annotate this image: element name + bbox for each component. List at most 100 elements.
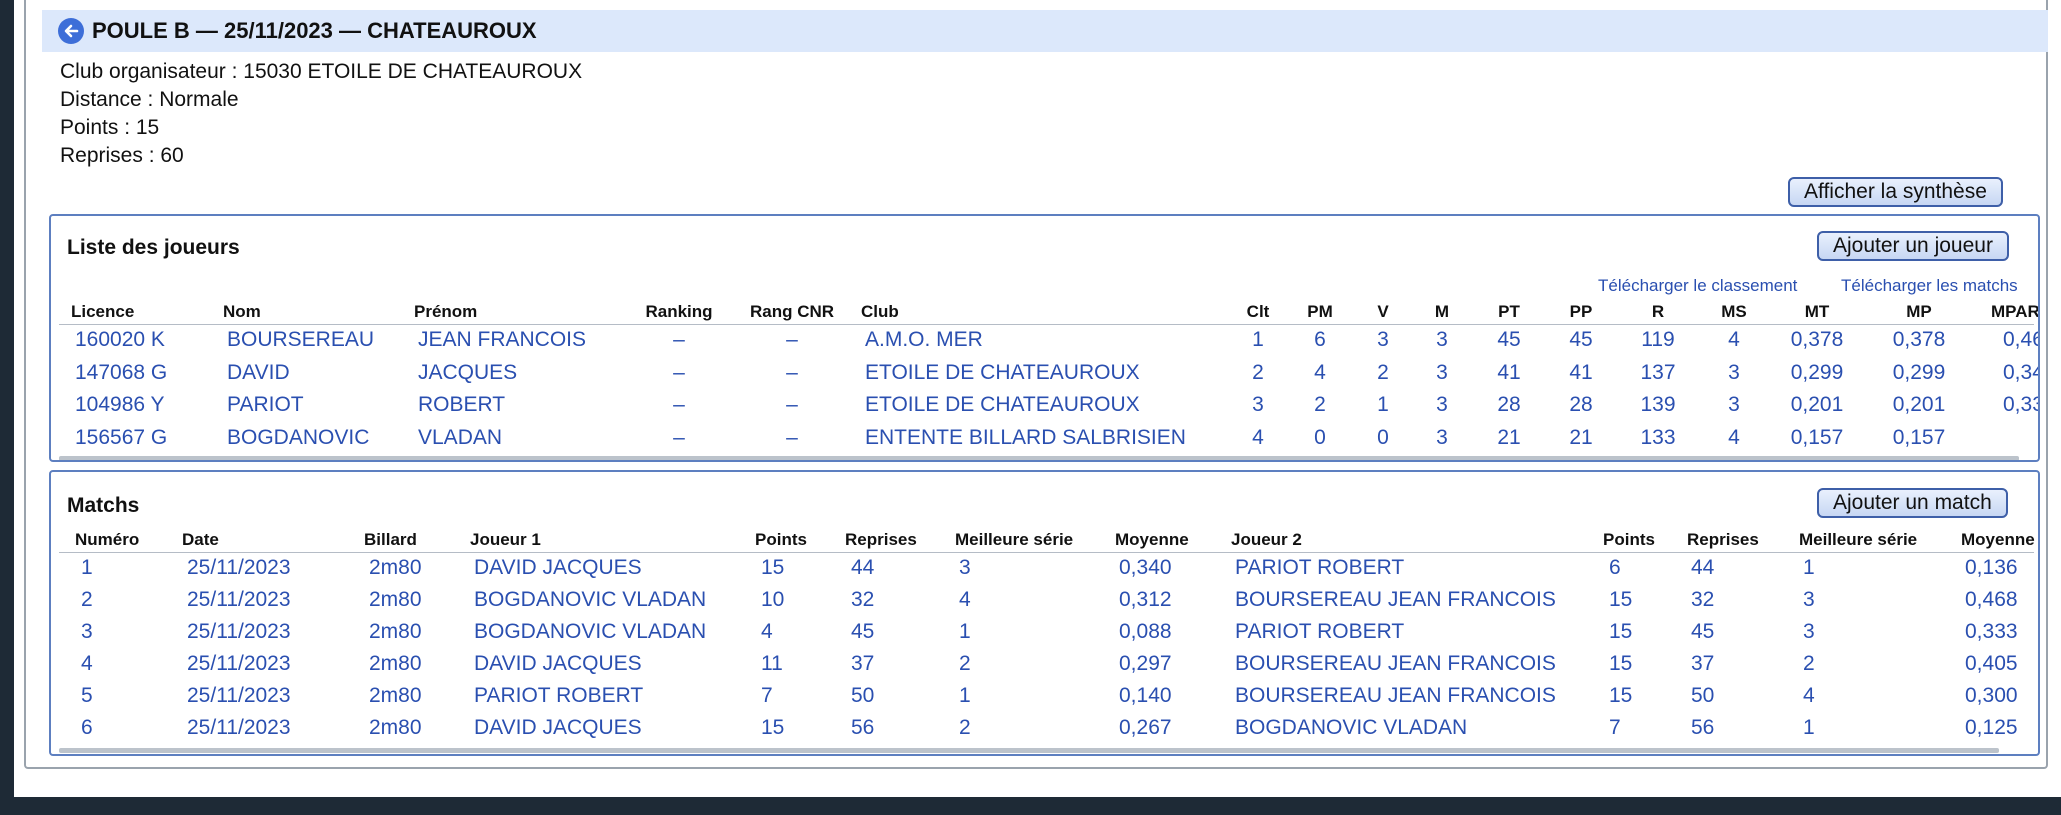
cell-nom[interactable]: BOGDANOVIC bbox=[227, 426, 369, 450]
horizontal-scrollbar[interactable] bbox=[59, 456, 2019, 460]
cell-mp: 0,378 bbox=[1892, 328, 1946, 351]
back-arrow-icon[interactable] bbox=[58, 18, 84, 44]
cell-licence[interactable]: 160020 K bbox=[75, 328, 165, 352]
cell-moyenne: 0,140 bbox=[1119, 684, 1172, 707]
column-header-joueur-1[interactable]: Joueur 1 bbox=[470, 530, 541, 550]
cell-licence[interactable]: 156567 G bbox=[75, 426, 167, 450]
cell-licence[interactable]: 147068 G bbox=[75, 361, 167, 385]
cell-club[interactable]: ENTENTE BILLARD SALBRISIEN bbox=[865, 426, 1186, 450]
column-header-points[interactable]: Points bbox=[1603, 530, 1655, 550]
cell-nom[interactable]: BOURSEREAU bbox=[227, 328, 374, 352]
cell-reprises: 45 bbox=[851, 620, 875, 643]
cell-rang-cnr: – bbox=[786, 328, 798, 351]
column-header-rang-cnr[interactable]: Rang CNR bbox=[750, 302, 834, 322]
organizer-club: Club organisateur : 15030 ETOILE DE CHAT… bbox=[60, 60, 583, 83]
cell-moyenne: 0,267 bbox=[1119, 716, 1172, 739]
add-player-button[interactable]: Ajouter un joueur bbox=[1817, 231, 2009, 261]
show-summary-button[interactable]: Afficher la synthèse bbox=[1788, 177, 2003, 207]
cell-meilleure-serie: 2 bbox=[959, 652, 971, 675]
column-header-meilleure-serie[interactable]: Meilleure série bbox=[955, 530, 1073, 550]
cell-date: 25/11/2023 bbox=[187, 620, 291, 643]
cell-prenom[interactable]: VLADAN bbox=[418, 426, 502, 450]
cell-moyenne: 0,340 bbox=[1119, 556, 1172, 579]
cell-club[interactable]: A.M.O. MER bbox=[865, 328, 983, 352]
column-header-points[interactable]: Points bbox=[755, 530, 807, 550]
add-match-button[interactable]: Ajouter un match bbox=[1817, 488, 2008, 518]
cell-mt: 0,201 bbox=[1790, 393, 1844, 416]
cell-numero: 3 bbox=[81, 620, 93, 643]
column-header-r[interactable]: R bbox=[1652, 302, 1664, 322]
cell-joueur-1[interactable]: DAVID JACQUES bbox=[474, 556, 642, 580]
column-header-pp[interactable]: PP bbox=[1570, 302, 1593, 322]
cell-r: 119 bbox=[1641, 328, 1675, 351]
cell-mpar: 0,46 bbox=[2003, 328, 2040, 351]
cell-nom[interactable]: DAVID bbox=[227, 361, 290, 385]
column-header-v[interactable]: V bbox=[1377, 302, 1388, 322]
matches-panel: Matchs Ajouter un match Numéro Date Billar… bbox=[49, 470, 2040, 756]
cell-joueur-2[interactable]: PARIOT ROBERT bbox=[1235, 556, 1404, 580]
cell-joueur-2[interactable]: BOURSEREAU JEAN FRANCOIS bbox=[1235, 652, 1556, 676]
cell-meilleure-serie: 1 bbox=[959, 620, 971, 643]
cell-joueur-2[interactable]: BOURSEREAU JEAN FRANCOIS bbox=[1235, 588, 1556, 612]
cell-club[interactable]: ETOILE DE CHATEAUROUX bbox=[865, 361, 1140, 385]
column-header-mpar[interactable]: MPAR bbox=[1991, 302, 2038, 322]
column-header-billard[interactable]: Billard bbox=[364, 530, 417, 550]
cell-joueur-1[interactable]: BOGDANOVIC VLADAN bbox=[474, 620, 706, 644]
column-header-moyenne[interactable]: Moyenne bbox=[1115, 530, 1189, 550]
cell-meilleure-serie: 2 bbox=[1803, 652, 1815, 675]
column-header-date[interactable]: Date bbox=[182, 530, 219, 550]
column-header-clt[interactable]: Clt bbox=[1247, 302, 1270, 322]
cell-points: 11 bbox=[761, 652, 783, 675]
cell-reprises: 37 bbox=[1691, 652, 1715, 675]
cell-r: 137 bbox=[1640, 360, 1676, 384]
cell-pp: 41 bbox=[1569, 360, 1593, 384]
column-header-ranking[interactable]: Ranking bbox=[645, 302, 712, 322]
cell-joueur-1[interactable]: PARIOT ROBERT bbox=[474, 684, 643, 708]
column-header-moyenne[interactable]: Moyenne bbox=[1961, 530, 2035, 550]
cell-club[interactable]: ETOILE DE CHATEAUROUX bbox=[865, 393, 1140, 417]
cell-points: 15 bbox=[1609, 652, 1633, 675]
column-header-prenom[interactable]: Prénom bbox=[414, 302, 477, 322]
column-header-m[interactable]: M bbox=[1435, 302, 1449, 322]
cell-rang-cnr: – bbox=[786, 393, 798, 416]
column-header-mp[interactable]: MP bbox=[1906, 302, 1932, 322]
download-matches-link[interactable]: Télécharger les matchs bbox=[1841, 276, 2018, 296]
cell-date: 25/11/2023 bbox=[187, 588, 291, 611]
column-header-meilleure-serie[interactable]: Meilleure série bbox=[1799, 530, 1917, 550]
cell-moyenne: 0,300 bbox=[1965, 684, 2018, 707]
cell-joueur-2[interactable]: BOGDANOVIC VLADAN bbox=[1235, 716, 1467, 740]
cell-joueur-2[interactable]: BOURSEREAU JEAN FRANCOIS bbox=[1235, 684, 1556, 708]
column-header-licence[interactable]: Licence bbox=[71, 302, 134, 322]
cell-licence[interactable]: 104986 Y bbox=[75, 393, 165, 417]
cell-ranking: – bbox=[673, 425, 685, 449]
download-ranking-link[interactable]: Télécharger le classement bbox=[1598, 276, 1797, 296]
column-header-ms[interactable]: MS bbox=[1721, 302, 1747, 322]
cell-points: 15 bbox=[761, 716, 785, 739]
cell-nom[interactable]: PARIOT bbox=[227, 393, 304, 417]
column-header-pm[interactable]: PM bbox=[1307, 302, 1333, 322]
cell-ms: 3 bbox=[1728, 393, 1740, 416]
reprises-info: Reprises : 60 bbox=[60, 144, 184, 167]
column-header-numero[interactable]: Numéro bbox=[75, 530, 139, 550]
horizontal-scrollbar[interactable] bbox=[59, 748, 1999, 753]
column-header-nom[interactable]: Nom bbox=[223, 302, 261, 322]
column-header-reprises[interactable]: Reprises bbox=[1687, 530, 1759, 550]
cell-joueur-2[interactable]: PARIOT ROBERT bbox=[1235, 620, 1404, 644]
cell-prenom[interactable]: JEAN FRANCOIS bbox=[418, 328, 586, 352]
cell-moyenne: 0,405 bbox=[1965, 652, 2018, 675]
header-bar: POULE B — 25/11/2023 — CHATEAUROUX bbox=[42, 10, 2048, 52]
column-header-pt[interactable]: PT bbox=[1498, 302, 1520, 322]
column-header-club[interactable]: Club bbox=[861, 302, 899, 322]
cell-moyenne: 0,125 bbox=[1965, 716, 2018, 739]
column-header-joueur-2[interactable]: Joueur 2 bbox=[1231, 530, 1302, 550]
cell-joueur-1[interactable]: DAVID JACQUES bbox=[474, 716, 642, 740]
cell-meilleure-serie: 1 bbox=[1803, 556, 1815, 579]
cell-clt: 3 bbox=[1252, 393, 1264, 416]
cell-points: 7 bbox=[1609, 716, 1621, 739]
cell-joueur-1[interactable]: BOGDANOVIC VLADAN bbox=[474, 588, 706, 612]
cell-joueur-1[interactable]: DAVID JACQUES bbox=[474, 652, 642, 676]
cell-prenom[interactable]: ROBERT bbox=[418, 393, 505, 417]
column-header-mt[interactable]: MT bbox=[1805, 302, 1830, 322]
column-header-reprises[interactable]: Reprises bbox=[845, 530, 917, 550]
cell-prenom[interactable]: JACQUES bbox=[418, 361, 517, 385]
